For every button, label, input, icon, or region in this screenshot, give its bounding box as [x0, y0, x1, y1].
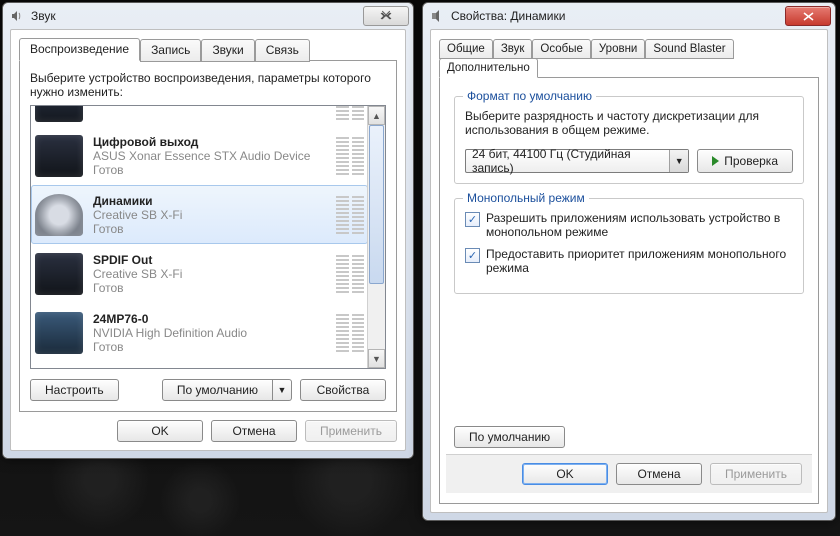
device-status: Готов	[93, 163, 328, 177]
ok-button[interactable]: OK	[522, 463, 608, 485]
playback-panel: Выберите устройство воспроизведения, пар…	[19, 60, 397, 412]
configure-button[interactable]: Настроить	[30, 379, 119, 401]
set-default-splitbutton[interactable]: По умолчанию ▼	[162, 379, 292, 401]
set-default-dropdown[interactable]: ▼	[273, 379, 292, 401]
tab-soundblaster[interactable]: Sound Blaster	[645, 39, 733, 59]
exclusive-mode-group: Монопольный режим ✓ Разрешить приложения…	[454, 198, 804, 294]
default-format-legend: Формат по умолчанию	[463, 89, 596, 103]
device-name: SPDIF Out	[93, 253, 328, 267]
device-list[interactable]: Готов Цифровой выход ASUS Xonar Essence …	[31, 106, 368, 368]
play-icon	[712, 156, 719, 166]
checkbox-icon: ✓	[465, 248, 480, 263]
properties-titlebar[interactable]: Свойства: Динамики	[423, 3, 835, 29]
level-meter	[336, 196, 364, 234]
format-value: 24 бит, 44100 Гц (Студийная запись)	[466, 147, 669, 175]
tab-playback[interactable]: Воспроизведение	[19, 38, 140, 61]
device-item[interactable]: 24MP76-0 NVIDIA High Definition Audio Го…	[31, 303, 368, 362]
tab-levels[interactable]: Уровни	[591, 39, 645, 59]
exclusive-priority-checkbox[interactable]: ✓ Предоставить приоритет приложениям мон…	[465, 247, 793, 275]
sound-window: Звук ⨉ Воспроизведение Запись Звуки Связ…	[2, 2, 414, 459]
tab-special[interactable]: Особые	[532, 39, 590, 59]
device-status: Готов	[93, 340, 328, 354]
device-desc: ASUS Xonar Essence STX Audio Device	[93, 149, 328, 163]
tab-general[interactable]: Общие	[439, 39, 493, 59]
exclusive-mode-legend: Монопольный режим	[463, 191, 589, 205]
scrollbar[interactable]: ▲ ▼	[367, 106, 385, 368]
speaker-icon	[429, 8, 445, 24]
format-combobox[interactable]: 24 бит, 44100 Гц (Студийная запись) ▼	[465, 149, 689, 173]
playback-instruction: Выберите устройство воспроизведения, пар…	[30, 71, 386, 99]
default-format-group: Формат по умолчанию Выберите разрядность…	[454, 96, 804, 184]
hifi-icon	[35, 135, 83, 177]
scroll-track[interactable]	[368, 125, 385, 349]
tab-sounds[interactable]: Звуки	[201, 39, 254, 62]
properties-title: Свойства: Динамики	[451, 9, 785, 23]
checkbox-label: Предоставить приоритет приложениям моноп…	[486, 247, 793, 275]
ok-button[interactable]: OK	[117, 420, 203, 442]
hifi-icon	[35, 253, 83, 295]
chevron-down-icon[interactable]: ▼	[669, 150, 688, 172]
sound-tabs: Воспроизведение Запись Звуки Связь	[19, 38, 397, 61]
scroll-thumb[interactable]	[369, 125, 384, 284]
properties-tabs: Общие Звук Особые Уровни Sound Blaster Д…	[439, 38, 819, 78]
dialog-buttons: OK Отмена Применить	[446, 454, 812, 493]
level-meter	[336, 255, 364, 293]
level-meter	[336, 137, 364, 175]
apply-button[interactable]: Применить	[710, 463, 802, 485]
monitor-icon	[35, 312, 83, 354]
device-name: Динамики	[93, 194, 328, 208]
scroll-down-button[interactable]: ▼	[368, 349, 385, 368]
set-default-button[interactable]: По умолчанию	[162, 379, 273, 401]
level-meter	[336, 314, 364, 352]
device-icon	[35, 106, 83, 122]
tab-advanced[interactable]: Дополнительно	[439, 58, 538, 78]
device-item-selected[interactable]: Динамики Creative SB X-Fi Готов	[31, 185, 368, 244]
cancel-button[interactable]: Отмена	[616, 463, 702, 485]
device-item[interactable]: Цифровой выход ASUS Xonar Essence STX Au…	[31, 126, 368, 185]
tab-communications[interactable]: Связь	[255, 39, 310, 62]
level-meter	[336, 106, 364, 120]
device-item[interactable]: SPDIF Out Creative SB X-Fi Готов	[31, 244, 368, 303]
device-buttons: Настроить По умолчанию ▼ Свойства	[30, 379, 386, 401]
device-list-container: Готов Цифровой выход ASUS Xonar Essence …	[30, 105, 386, 369]
device-item[interactable]: 24MP76-4 NVIDIA High Definition Audio Го…	[31, 362, 368, 368]
dialog-buttons: OK Отмена Применить	[19, 420, 397, 442]
device-desc: Creative SB X-Fi	[93, 267, 328, 281]
scroll-up-button[interactable]: ▲	[368, 106, 385, 125]
properties-button[interactable]: Свойства	[300, 379, 386, 401]
tab-sound[interactable]: Звук	[493, 39, 533, 59]
test-button[interactable]: Проверка	[697, 149, 793, 173]
device-desc: NVIDIA High Definition Audio	[93, 326, 328, 340]
close-button[interactable]	[785, 6, 831, 26]
device-item[interactable]: Готов	[31, 106, 368, 126]
device-name: 24MP76-0	[93, 312, 328, 326]
device-status: Готов	[93, 222, 328, 236]
sound-titlebar[interactable]: Звук ⨉	[3, 3, 413, 29]
speaker-device-icon	[35, 194, 83, 236]
allow-exclusive-checkbox[interactable]: ✓ Разрешить приложениям использовать уст…	[465, 211, 793, 239]
checkbox-icon: ✓	[465, 212, 480, 227]
close-button[interactable]: ⨉	[363, 6, 409, 26]
restore-defaults-button[interactable]: По умолчанию	[454, 426, 565, 448]
advanced-panel: Формат по умолчанию Выберите разрядность…	[439, 77, 819, 504]
cancel-button[interactable]: Отмена	[211, 420, 297, 442]
speaker-icon	[9, 8, 25, 24]
tab-recording[interactable]: Запись	[140, 39, 201, 62]
checkbox-label: Разрешить приложениям использовать устро…	[486, 211, 793, 239]
properties-window: Свойства: Динамики Общие Звук Особые Уро…	[422, 2, 836, 521]
apply-button[interactable]: Применить	[305, 420, 397, 442]
sound-title: Звук	[31, 9, 363, 23]
default-format-desc: Выберите разрядность и частоту дискретиз…	[465, 109, 793, 137]
device-name: Цифровой выход	[93, 135, 328, 149]
device-desc: Creative SB X-Fi	[93, 208, 328, 222]
device-status: Готов	[93, 281, 328, 295]
